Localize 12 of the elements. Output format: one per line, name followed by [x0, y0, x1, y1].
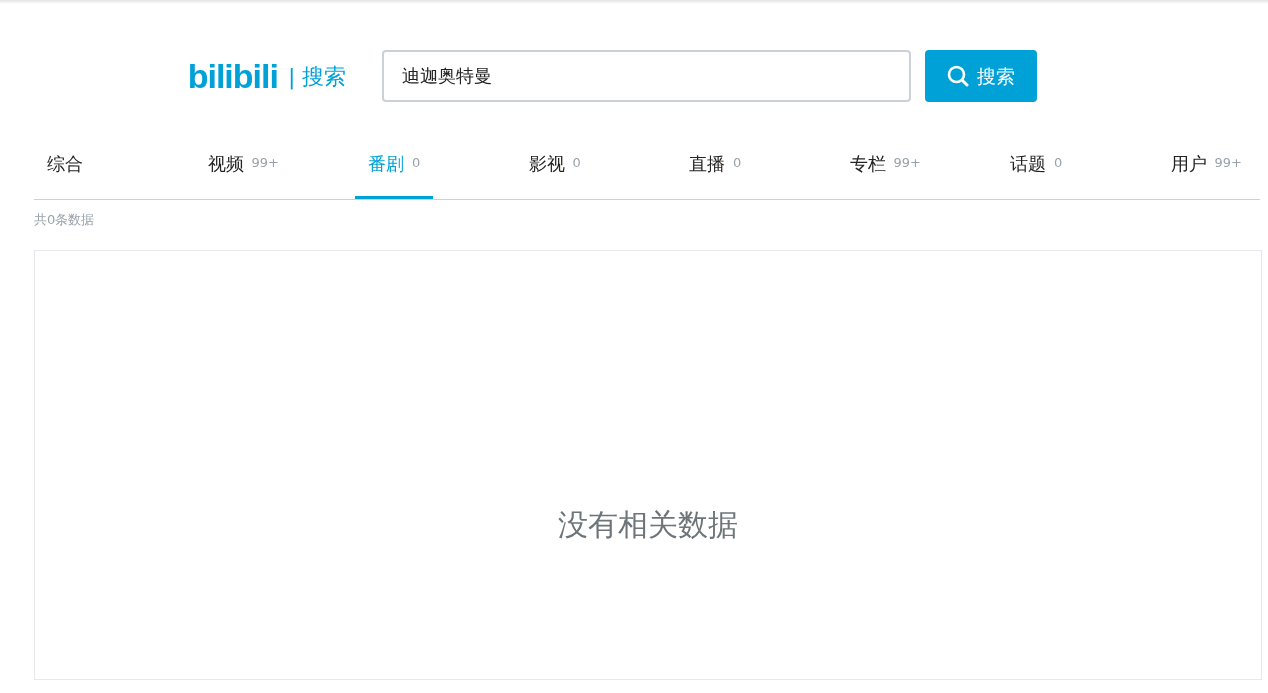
search-field[interactable]: 迪迦奥特曼	[382, 50, 912, 102]
category-tab[interactable]: 影视 0	[515, 130, 594, 199]
category-tab[interactable]: 专栏 99+	[836, 130, 934, 199]
category-tab[interactable]: 话题 0	[997, 130, 1076, 199]
category-tab[interactable]: 用户 99+	[1157, 130, 1255, 199]
search-icon	[947, 65, 970, 87]
category-tab[interactable]: 直播 0	[676, 130, 755, 199]
logo-caption: | 搜索	[287, 62, 347, 92]
empty-message: 没有相关数据	[558, 506, 738, 544]
result-count: 共0条数据	[34, 211, 96, 229]
category-tab[interactable]: 视频 99+	[194, 130, 292, 199]
category-tab[interactable]: 综合	[34, 130, 96, 199]
